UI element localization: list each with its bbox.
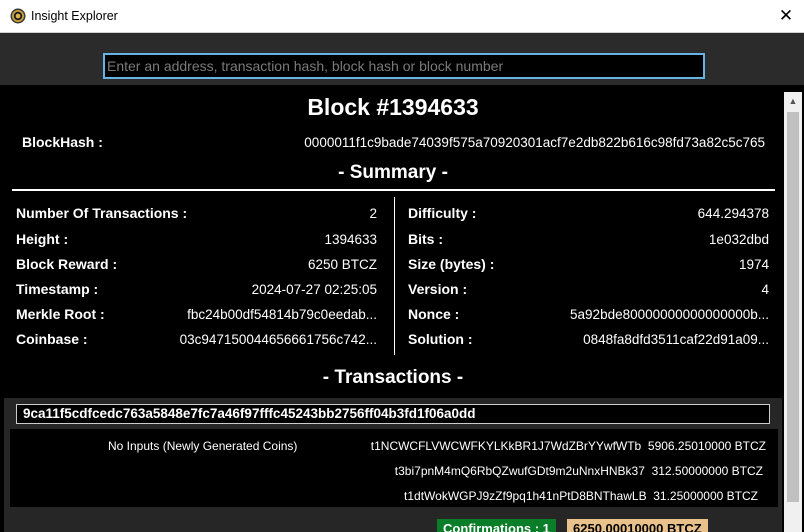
summary-column-divider: [394, 197, 395, 355]
size-value: 1974: [738, 257, 769, 272]
search-area: [0, 33, 804, 85]
output-amount: 312.50000000 BTCZ: [651, 464, 763, 478]
tx-io-panel: No Inputs (Newly Generated Coins) t1NCWC…: [10, 429, 778, 507]
output-address[interactable]: t3bi7pnM4mQ6RbQZwufGDt9m2uNnxHNBk37: [395, 464, 645, 478]
height-label: Height :: [16, 231, 69, 247]
version-label: Version :: [408, 281, 468, 297]
transaction-card: 9ca11f5cdfcedc763a5848e7fc7a46f97fffc452…: [4, 398, 782, 532]
blockhash-label: BlockHash :: [22, 134, 103, 150]
chevron-up-icon[interactable]: ▲: [784, 92, 802, 110]
tx-output-row: t1dtWokWGPJ9zZf9pq1h41nPtD8BNThawLB 31.2…: [404, 489, 758, 503]
app-coin-icon: [10, 8, 26, 24]
size-label: Size (bytes) :: [408, 256, 495, 272]
close-button[interactable]: ✕: [770, 2, 802, 30]
title-bar: Insight Explorer ✕: [0, 0, 804, 33]
tx-hash[interactable]: 9ca11f5cdfcedc763a5848e7fc7a46f97fffc452…: [23, 406, 476, 421]
timestamp-value: 2024-07-27 02:25:05: [251, 282, 377, 297]
output-address[interactable]: t1NCWCFLVWCWFKYLKkBR1J7WdZBrYYwfWTb: [371, 439, 641, 453]
blockhash-value: 0000011f1c9bade74039f575a70920301acf7e2d…: [304, 135, 765, 150]
version-value: 4: [761, 282, 769, 297]
search-input[interactable]: [103, 53, 705, 79]
transactions-title: - Transactions -: [322, 367, 464, 388]
coinbase-value: 03c947150044656661756c742...: [179, 332, 377, 347]
confirmations-badge: Confirmations : 1: [437, 519, 556, 532]
tx-output-row: t1NCWCFLVWCWFKYLKkBR1J7WdZBrYYwfWTb 5906…: [371, 439, 766, 453]
summary-title: - Summary -: [338, 162, 448, 183]
block-details: Block #1394633 BlockHash : 0000011f1c9ba…: [2, 85, 784, 532]
output-address[interactable]: t1dtWokWGPJ9zZf9pq1h41nPtD8BNThawLB: [404, 489, 647, 503]
scrollbar-thumb[interactable]: [787, 112, 799, 502]
coinbase-label: Coinbase :: [16, 331, 88, 347]
difficulty-label: Difficulty :: [408, 205, 477, 221]
tx-hash-box[interactable]: 9ca11f5cdfcedc763a5848e7fc7a46f97fffc452…: [16, 404, 770, 424]
output-amount: 5906.25010000 BTCZ: [647, 439, 766, 453]
tx-output-row: t3bi7pnM4mQ6RbQZwufGDt9m2uNnxHNBk37 312.…: [395, 464, 763, 478]
nonce-label: Nonce :: [408, 306, 460, 322]
window-title: Insight Explorer: [31, 9, 118, 23]
bits-label: Bits :: [408, 231, 443, 247]
solution-value: 0848fa8dfd3511caf22d91a09...: [583, 332, 769, 347]
bits-value: 1e032dbd: [708, 232, 769, 247]
output-amount: 31.25000000 BTCZ: [653, 489, 758, 503]
solution-label: Solution :: [408, 331, 473, 347]
tx-total-badge: 6250.00010000 BTCZ: [567, 519, 708, 532]
nonce-value: 5a92bde80000000000000000b...: [570, 307, 769, 322]
height-value: 1394633: [324, 232, 377, 247]
summary-divider: [12, 189, 775, 191]
timestamp-label: Timestamp :: [16, 281, 99, 297]
block-reward-label: Block Reward :: [16, 256, 118, 272]
num-transactions-value: 2: [369, 206, 377, 221]
block-reward-value: 6250 BTCZ: [307, 257, 377, 272]
num-transactions-label: Number Of Transactions :: [16, 205, 188, 221]
merkle-root-label: Merkle Root :: [16, 306, 105, 322]
vertical-scrollbar[interactable]: ▲: [784, 92, 802, 532]
block-title: Block #1394633: [307, 94, 479, 120]
merkle-root-value: fbc24b00df54814b79c0eedab...: [187, 307, 377, 322]
difficulty-value: 644.294378: [697, 206, 769, 221]
tx-inputs-text: No Inputs (Newly Generated Coins): [108, 439, 298, 453]
